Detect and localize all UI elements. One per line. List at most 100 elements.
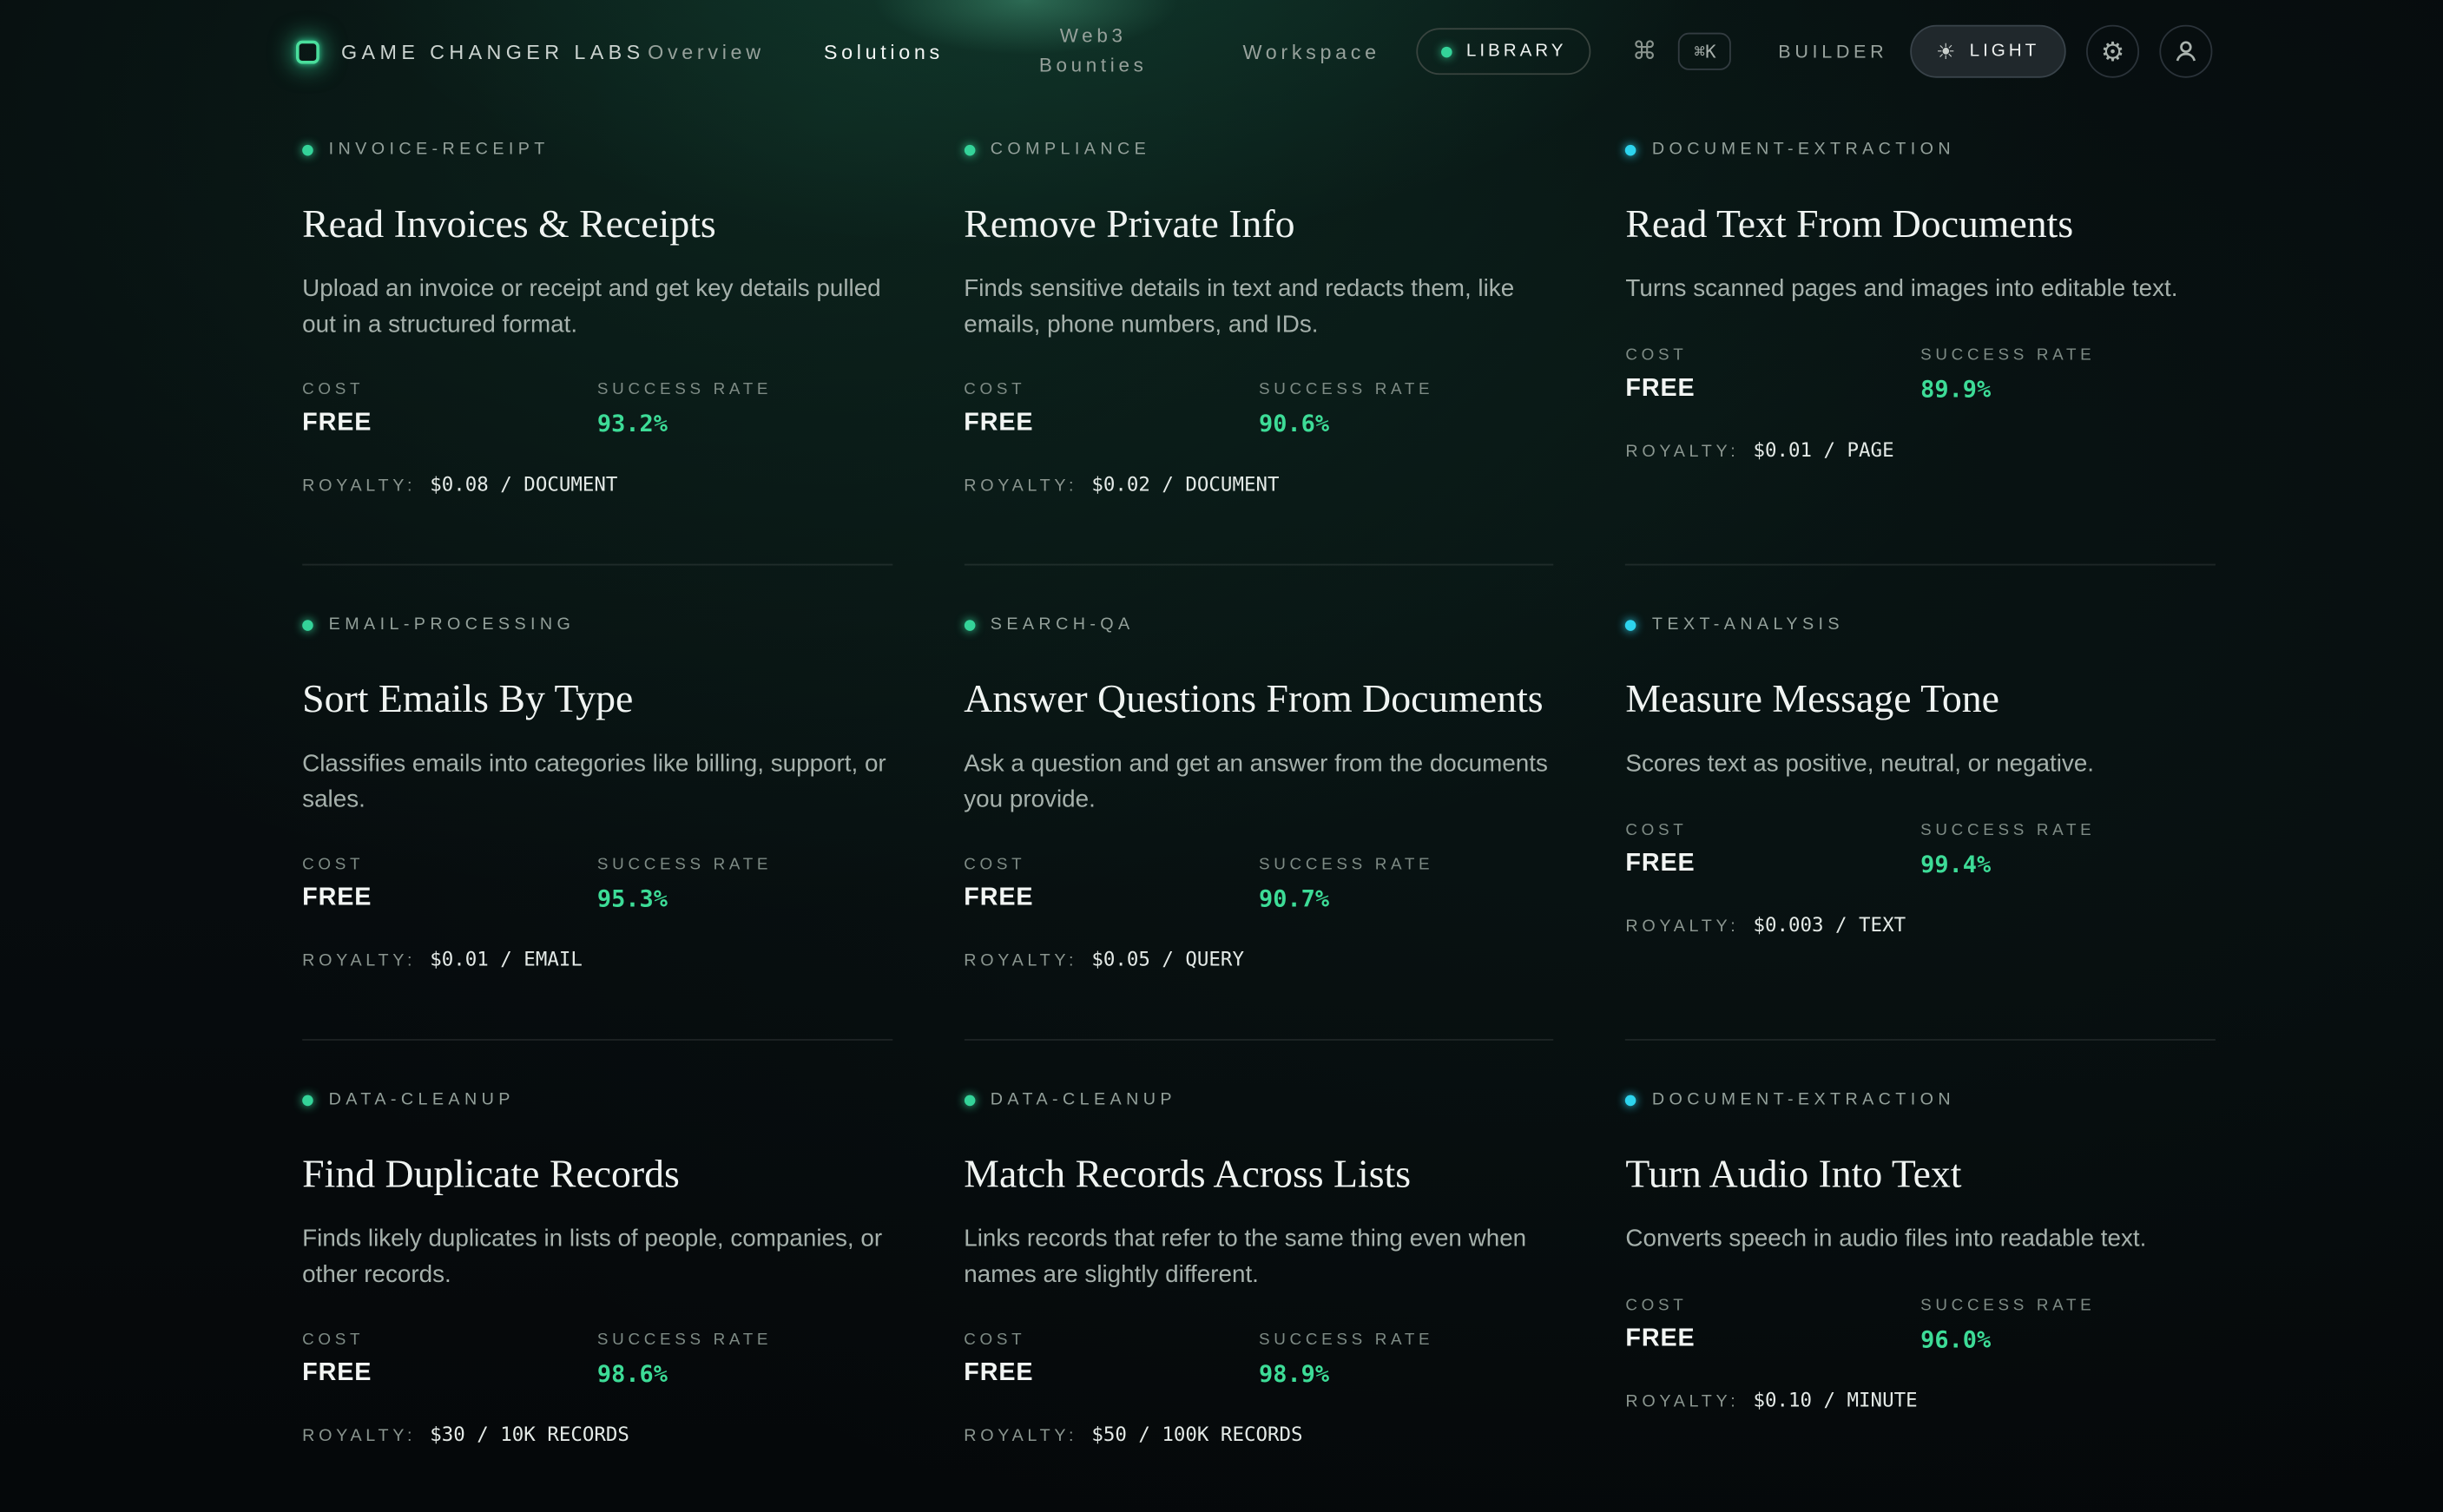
royalty-value: $0.003 / TEXT <box>1754 912 1906 936</box>
solution-card[interactable]: INVOICE-RECEIPT Read Invoices & Receipts… <box>302 141 892 566</box>
category-row: DOCUMENT-EXTRACTION <box>1625 1091 2216 1110</box>
brand-logo-icon <box>296 40 319 63</box>
solution-card[interactable]: DOCUMENT-EXTRACTION Read Text From Docum… <box>1625 141 2216 566</box>
card-title: Remove Private Info <box>964 196 1554 251</box>
success-rate-label: SUCCESS RATE <box>1920 345 2216 365</box>
cost-stat: COST FREE <box>302 380 597 437</box>
category-label: DATA-CLEANUP <box>991 1091 1176 1110</box>
success-rate-value: 96.0% <box>1920 1325 2216 1353</box>
royalty-row: ROYALTY: $0.01 / PAGE <box>1625 437 2216 461</box>
cost-label: COST <box>1625 1296 1920 1315</box>
success-rate-label: SUCCESS RATE <box>597 380 892 399</box>
category-dot-icon <box>964 144 975 155</box>
royalty-label: ROYALTY: <box>302 952 416 971</box>
success-rate-label: SUCCESS RATE <box>1259 380 1554 399</box>
theme-toggle-label: LIGHT <box>1970 42 2040 61</box>
cost-value: FREE <box>1625 375 1920 403</box>
royalty-value: $0.01 / PAGE <box>1754 437 1894 461</box>
success-rate-value: 89.9% <box>1920 375 2216 403</box>
card-stats: COST FREE SUCCESS RATE 93.2% <box>302 380 892 437</box>
category-label: SEARCH-QA <box>991 615 1135 634</box>
nav-item-solutions[interactable]: Solutions <box>824 40 944 63</box>
royalty-row: ROYALTY: $0.05 / QUERY <box>964 948 1554 971</box>
library-badge[interactable]: LIBRARY <box>1416 28 1591 75</box>
main-content: INVOICE-RECEIPT Read Invoices & Receipts… <box>0 102 2443 1512</box>
card-stats: COST FREE SUCCESS RATE 95.3% <box>302 856 892 913</box>
success-rate-value: 90.7% <box>1259 885 1554 913</box>
category-dot-icon <box>1625 1095 1636 1106</box>
success-rate-value: 99.4% <box>1920 850 2216 878</box>
library-badge-label: LIBRARY <box>1466 42 1567 61</box>
nav-item-overview[interactable]: Overview <box>648 40 765 63</box>
card-stats: COST FREE SUCCESS RATE 90.6% <box>964 380 1554 437</box>
cost-label: COST <box>302 1331 597 1350</box>
card-stats: COST FREE SUCCESS RATE 89.9% <box>1625 345 2216 403</box>
royalty-row: ROYALTY: $30 / 10K RECORDS <box>302 1423 892 1446</box>
card-title: Turn Audio Into Text <box>1625 1147 2216 1201</box>
nav-item-web3-bounties[interactable]: Web3 Bounties <box>1022 21 1165 82</box>
cost-stat: COST FREE <box>1625 1296 1920 1353</box>
category-label: TEXT-ANALYSIS <box>1652 615 1844 634</box>
sun-icon: ☀ <box>1936 38 1956 65</box>
category-dot-icon <box>1625 144 1636 155</box>
card-stats: COST FREE SUCCESS RATE 90.7% <box>964 856 1554 913</box>
solution-card[interactable]: TEXT-ANALYSIS Measure Message Tone Score… <box>1625 615 2216 1041</box>
shortcut-kbd[interactable]: ⌘K <box>1679 33 1732 70</box>
cost-value: FREE <box>1625 850 1920 878</box>
app-viewport: GAME CHANGER LABS Overview Solutions Web… <box>0 0 2443 1512</box>
cost-stat: COST FREE <box>1625 820 1920 878</box>
category-dot-icon <box>302 1095 313 1106</box>
royalty-row: ROYALTY: $0.08 / DOCUMENT <box>302 472 892 496</box>
royalty-label: ROYALTY: <box>302 1428 416 1447</box>
solution-card[interactable]: DATA-CLEANUP Match Records Across Lists … <box>964 1091 1554 1512</box>
solutions-grid: INVOICE-RECEIPT Read Invoices & Receipts… <box>302 141 2216 1512</box>
cost-label: COST <box>1625 820 1920 839</box>
success-rate-value: 95.3% <box>597 885 892 913</box>
top-nav: GAME CHANGER LABS Overview Solutions Web… <box>0 0 2443 102</box>
command-icon[interactable]: ⌘ <box>1632 36 1657 67</box>
theme-toggle-button[interactable]: ☀ LIGHT <box>1909 25 2065 78</box>
solution-card[interactable]: EMAIL-PROCESSING Sort Emails By Type Cla… <box>302 615 892 1041</box>
card-title: Read Invoices & Receipts <box>302 196 892 251</box>
category-row: COMPLIANCE <box>964 141 1554 160</box>
success-rate-label: SUCCESS RATE <box>1259 856 1554 875</box>
brand-name: GAME CHANGER LABS <box>341 40 645 63</box>
card-stats: COST FREE SUCCESS RATE 96.0% <box>1625 1296 2216 1353</box>
gear-icon: ⚙ <box>2101 38 2124 65</box>
success-rate-value: 98.9% <box>1259 1360 1554 1388</box>
solution-card[interactable]: COMPLIANCE Remove Private Info Finds sen… <box>964 141 1554 566</box>
success-rate-stat: SUCCESS RATE 90.7% <box>1259 856 1554 913</box>
cost-value: FREE <box>964 885 1259 913</box>
card-description: Finds sensitive details in text and reda… <box>964 273 1554 343</box>
nav-item-workspace[interactable]: Workspace <box>1242 40 1380 63</box>
success-rate-label: SUCCESS RATE <box>1920 820 2216 839</box>
success-rate-stat: SUCCESS RATE 95.3% <box>597 856 892 913</box>
settings-button[interactable]: ⚙ <box>2086 25 2139 78</box>
brand[interactable]: GAME CHANGER LABS <box>296 40 645 63</box>
solution-card[interactable]: SEARCH-QA Answer Questions From Document… <box>964 615 1554 1041</box>
cost-label: COST <box>964 1331 1259 1350</box>
solution-card[interactable]: DOCUMENT-EXTRACTION Turn Audio Into Text… <box>1625 1091 2216 1512</box>
profile-button[interactable] <box>2159 25 2212 78</box>
cost-value: FREE <box>302 410 597 437</box>
royalty-row: ROYALTY: $50 / 100K RECORDS <box>964 1423 1554 1446</box>
user-icon <box>2174 39 2199 64</box>
category-label: INVOICE-RECEIPT <box>329 141 550 160</box>
royalty-value: $0.10 / MINUTE <box>1754 1388 1918 1411</box>
solution-card[interactable]: DATA-CLEANUP Find Duplicate Records Find… <box>302 1091 892 1512</box>
category-dot-icon <box>302 144 313 155</box>
card-title: Find Duplicate Records <box>302 1147 892 1201</box>
card-description: Classifies emails into categories like b… <box>302 748 892 818</box>
royalty-label: ROYALTY: <box>1625 1392 1739 1411</box>
header-right: LIBRARY ⌘ ⌘K BUILDER ☀ LIGHT ⚙ <box>1404 25 2212 78</box>
royalty-row: ROYALTY: $0.10 / MINUTE <box>1625 1388 2216 1411</box>
success-rate-stat: SUCCESS RATE 90.6% <box>1259 380 1554 437</box>
cost-stat: COST FREE <box>964 1331 1259 1388</box>
category-dot-icon <box>964 1095 975 1106</box>
nav-item-builder[interactable]: BUILDER <box>1778 41 1887 62</box>
category-label: DATA-CLEANUP <box>329 1091 515 1110</box>
success-rate-stat: SUCCESS RATE 99.4% <box>1920 820 2216 878</box>
success-rate-value: 90.6% <box>1259 410 1554 437</box>
cost-stat: COST FREE <box>964 380 1259 437</box>
royalty-label: ROYALTY: <box>302 477 416 496</box>
